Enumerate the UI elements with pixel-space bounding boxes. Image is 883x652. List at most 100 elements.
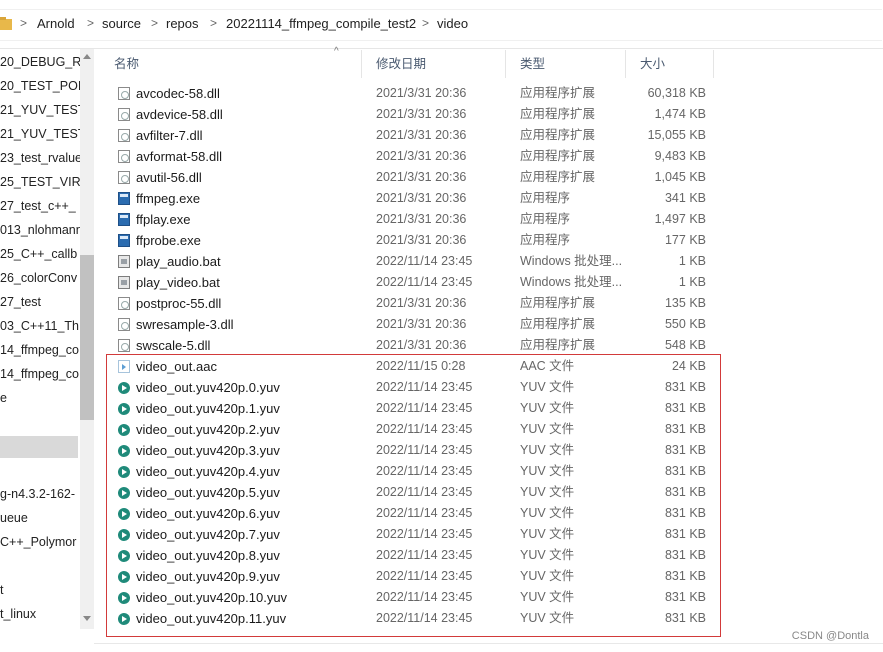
nav-item[interactable]: 013_nlohmann — [0, 219, 80, 241]
bat-file-icon — [118, 255, 130, 268]
scroll-down-arrow-icon[interactable] — [83, 616, 91, 621]
file-size: 177 KB — [664, 233, 706, 247]
file-date: 2021/3/31 20:36 — [376, 170, 467, 184]
nav-selected-item[interactable] — [0, 436, 78, 458]
file-type: 应用程序扩展 — [520, 107, 596, 121]
breadcrumb-separator: > — [20, 16, 28, 30]
file-name: postproc-55.dll — [136, 296, 222, 311]
nav-item[interactable]: C++_Polymor — [0, 531, 80, 553]
column-header-date[interactable]: 修改日期 — [362, 50, 506, 78]
dll-file-icon — [118, 171, 130, 184]
file-date: 2021/3/31 20:36 — [376, 338, 467, 352]
nav-item[interactable]: 14_ffmpeg_co — [0, 339, 80, 361]
file-date: 2022/11/14 23:45 — [376, 275, 473, 289]
address-bar[interactable]: > Arnold > source > repos > 20221114_ffm… — [0, 0, 883, 49]
file-type: 应用程序 — [520, 191, 571, 205]
nav-item[interactable]: t — [0, 579, 80, 601]
file-size: 60,318 KB — [647, 86, 706, 100]
file-size: 1,497 KB — [654, 212, 706, 226]
file-type: Windows 批处理... — [520, 254, 623, 268]
nav-item[interactable]: g-n4.3.2-162- — [0, 483, 80, 505]
column-header-size[interactable]: 大小 — [626, 50, 714, 78]
breadcrumb-separator: > — [87, 16, 95, 30]
breadcrumb-item-repos[interactable]: repos — [166, 16, 199, 31]
file-date: 2021/3/31 20:36 — [376, 149, 467, 163]
file-date: 2021/3/31 20:36 — [376, 86, 467, 100]
nav-item[interactable]: 21_YUV_TEST — [0, 123, 80, 145]
nav-scrollbar-thumb[interactable] — [80, 255, 94, 420]
file-row[interactable]: play_audio.bat 2022/11/14 23:45 Windows 批处… — [100, 251, 720, 272]
watermark: CSDN @Dontla — [791, 630, 869, 642]
file-row[interactable]: avutil-56.dll 2021/3/31 20:36 应用程序扩展 1,045 … — [100, 167, 720, 188]
file-size: 15,055 KB — [647, 128, 706, 142]
file-type: 应用程序扩展 — [520, 149, 596, 163]
nav-item[interactable]: 25_TEST_VIRT — [0, 171, 80, 193]
column-header-row: ^ 名称 修改日期 类型 大小 — [100, 46, 714, 78]
dll-file-icon — [118, 339, 130, 352]
dll-file-icon — [118, 129, 130, 142]
nav-item[interactable]: 26_colorConv — [0, 267, 80, 289]
file-size: 1,474 KB — [654, 107, 706, 121]
nav-item[interactable]: 27_test_c++_ — [0, 195, 80, 217]
nav-item[interactable]: t_linux — [0, 603, 80, 625]
file-row[interactable]: play_video.bat 2022/11/14 23:45 Windows 批处… — [100, 272, 720, 293]
file-name: swscale-5.dll — [136, 338, 211, 353]
nav-item[interactable]: 21_YUV_TEST — [0, 99, 80, 121]
nav-item[interactable]: 03_C++11_Th — [0, 315, 80, 337]
file-name: play_audio.bat — [136, 254, 221, 269]
file-size: 550 KB — [664, 317, 706, 331]
file-size: 341 KB — [664, 191, 706, 205]
file-size: 1,045 KB — [654, 170, 706, 184]
file-date: 2021/3/31 20:36 — [376, 296, 467, 310]
file-date: 2021/3/31 20:36 — [376, 128, 467, 142]
navigation-pane[interactable]: 20_DEBUG_RI 20_TEST_POII 21_YUV_TEST 21_… — [0, 49, 80, 652]
highlight-annotation-box — [106, 354, 721, 637]
file-row[interactable]: ffprobe.exe 2021/3/31 20:36 应用程序 177 KB — [100, 230, 720, 251]
file-name: swresample-3.dll — [136, 317, 234, 332]
nav-item[interactable]: 25_C++_callb — [0, 243, 80, 265]
dll-file-icon — [118, 297, 130, 310]
file-row[interactable]: swresample-3.dll 2021/3/31 20:36 应用程序扩展 550… — [100, 314, 720, 335]
breadcrumb-item-project[interactable]: 20221114_ffmpeg_compile_test2 — [226, 16, 416, 31]
nav-item[interactable]: 23_test_rvalue — [0, 147, 80, 169]
file-row[interactable]: postproc-55.dll 2021/3/31 20:36 应用程序扩展 135 … — [100, 293, 720, 314]
file-size: 9,483 KB — [654, 149, 706, 163]
file-size: 1 KB — [678, 254, 706, 268]
file-row[interactable]: swscale-5.dll 2021/3/31 20:36 应用程序扩展 548 KB — [100, 335, 720, 356]
file-date: 2022/11/14 23:45 — [376, 254, 473, 268]
file-date: 2021/3/31 20:36 — [376, 212, 467, 226]
file-size: 548 KB — [664, 338, 706, 352]
breadcrumb-item-video[interactable]: video — [437, 16, 468, 31]
breadcrumb-separator: > — [422, 16, 430, 30]
dll-file-icon — [118, 150, 130, 163]
column-header-name[interactable]: 名称 — [100, 50, 362, 78]
file-row[interactable]: avcodec-58.dll 2021/3/31 20:36 应用程序扩展 60,31… — [100, 83, 720, 104]
nav-item[interactable]: 14_ffmpeg_co — [0, 363, 80, 385]
nav-item[interactable]: e — [0, 387, 80, 409]
file-type: 应用程序 — [520, 212, 571, 226]
file-name: avfilter-7.dll — [136, 128, 203, 143]
file-row[interactable]: ffmpeg.exe 2021/3/31 20:36 应用程序 341 KB — [100, 188, 720, 209]
file-name: avcodec-58.dll — [136, 86, 220, 101]
file-date: 2021/3/31 20:36 — [376, 317, 467, 331]
scroll-up-arrow-icon[interactable] — [83, 54, 91, 59]
file-row[interactable]: ffplay.exe 2021/3/31 20:36 应用程序 1,497 KB — [100, 209, 720, 230]
breadcrumb-item-arnold[interactable]: Arnold — [37, 16, 75, 31]
file-type: Windows 批处理... — [520, 275, 623, 289]
file-row[interactable]: avfilter-7.dll 2021/3/31 20:36 应用程序扩展 15,05… — [100, 125, 720, 146]
file-row[interactable]: avdevice-58.dll 2021/3/31 20:36 应用程序扩展 1,47… — [100, 104, 720, 125]
exe-file-icon — [118, 234, 130, 247]
column-header-type[interactable]: 类型 — [506, 50, 626, 78]
file-date: 2021/3/31 20:36 — [376, 107, 467, 121]
file-date: 2021/3/31 20:36 — [376, 191, 467, 205]
file-row[interactable]: avformat-58.dll 2021/3/31 20:36 应用程序扩展 9,48… — [100, 146, 720, 167]
nav-item[interactable]: 20_DEBUG_RI — [0, 51, 80, 73]
file-type: 应用程序 — [520, 233, 571, 247]
breadcrumb-item-source[interactable]: source — [102, 16, 141, 31]
dll-file-icon — [118, 87, 130, 100]
nav-item[interactable]: 27_test — [0, 291, 80, 313]
file-name: ffmpeg.exe — [136, 191, 201, 206]
file-type: 应用程序扩展 — [520, 170, 596, 184]
nav-item[interactable]: 20_TEST_POII — [0, 75, 80, 97]
nav-item[interactable]: ueue — [0, 507, 80, 529]
